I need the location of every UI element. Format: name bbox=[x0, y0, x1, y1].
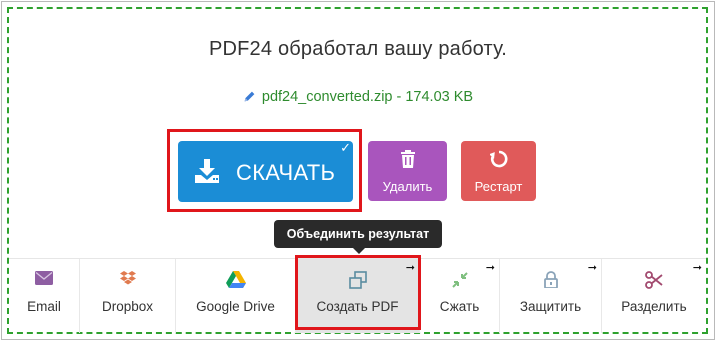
tool-protect[interactable]: Защитить ➞ bbox=[500, 259, 602, 333]
restart-button[interactable]: Рестарт bbox=[461, 141, 536, 201]
lock-icon bbox=[543, 271, 558, 293]
create-pdf-highlight-frame bbox=[295, 255, 421, 330]
tool-dropbox-label: Dropbox bbox=[101, 299, 154, 314]
tool-email-label: Email bbox=[27, 299, 61, 314]
tool-dropbox[interactable]: Dropbox bbox=[80, 259, 176, 333]
tool-protect-label: Защитить bbox=[519, 299, 582, 314]
arrow-right-icon: ➞ bbox=[587, 262, 597, 274]
tooltip-arrow bbox=[353, 248, 365, 254]
check-icon: ✓ bbox=[340, 140, 351, 155]
tool-email[interactable]: Email bbox=[9, 259, 80, 333]
download-icon bbox=[194, 158, 220, 189]
dropbox-icon bbox=[119, 271, 137, 292]
tool-compress[interactable]: Сжать ➞ bbox=[420, 259, 500, 333]
google-drive-icon bbox=[225, 271, 246, 293]
delete-button[interactable]: Удалить bbox=[368, 141, 447, 201]
pencil-icon[interactable] bbox=[243, 90, 256, 107]
scissors-icon bbox=[645, 271, 663, 294]
restart-label: Рестарт bbox=[474, 179, 523, 194]
compress-icon bbox=[451, 271, 469, 294]
tool-split-label: Разделить bbox=[621, 299, 687, 314]
tool-compress-label: Сжать bbox=[439, 299, 480, 314]
tooltip-text: Объединить результат bbox=[286, 227, 430, 241]
status-title: PDF24 обработал вашу работу. bbox=[208, 38, 508, 60]
download-button[interactable]: СКАЧАТЬ ✓ bbox=[178, 140, 353, 202]
file-name-size[interactable]: pdf24_converted.zip - 174.03 KB bbox=[262, 89, 473, 105]
tool-split[interactable]: Разделить ➞ bbox=[602, 259, 706, 333]
tool-google-drive[interactable]: Google Drive bbox=[176, 259, 296, 333]
download-label: СКАЧАТЬ bbox=[236, 160, 336, 185]
restart-icon bbox=[488, 150, 508, 173]
tool-google-drive-label: Google Drive bbox=[196, 299, 275, 314]
arrow-right-icon: ➞ bbox=[485, 262, 495, 274]
merge-result-tooltip: Объединить результат bbox=[274, 220, 442, 254]
file-link[interactable]: pdf24_converted.zip - 174.03 KB bbox=[0, 89, 716, 107]
trash-icon bbox=[400, 150, 416, 173]
delete-label: Удалить bbox=[382, 179, 433, 194]
arrow-right-icon: ➞ bbox=[692, 262, 702, 274]
envelope-icon bbox=[35, 271, 53, 290]
